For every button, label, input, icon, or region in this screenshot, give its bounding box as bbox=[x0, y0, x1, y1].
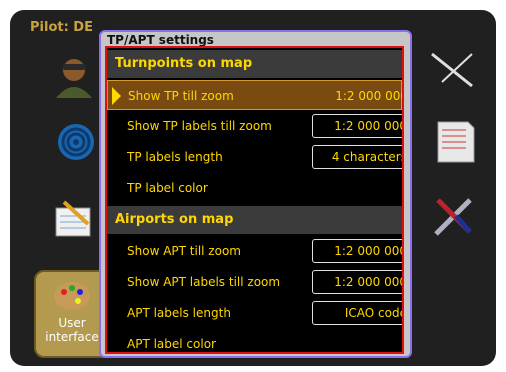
pilot-avatar-icon[interactable] bbox=[50, 52, 98, 100]
palette-icon bbox=[54, 282, 90, 310]
setting-row-show-apt-zoom[interactable]: Show APT till zoom 1:2 000 000 bbox=[107, 236, 402, 266]
setting-label: Show TP labels till zoom bbox=[127, 119, 272, 133]
selection-arrow-icon bbox=[112, 87, 121, 105]
setting-label: TP labels length bbox=[127, 150, 223, 164]
section-header-airports: Airports on map bbox=[107, 206, 402, 234]
tp-apt-settings-dialog: TP/APT settings Turnpoints on map Show T… bbox=[99, 30, 412, 358]
spiral-icon[interactable] bbox=[52, 118, 100, 166]
tools-icon[interactable] bbox=[430, 192, 478, 240]
section-header-turnpoints: Turnpoints on map bbox=[107, 50, 402, 78]
settings-list: Turnpoints on map Show TP till zoom 1:2 … bbox=[105, 46, 404, 354]
pilot-label: Pilot: DE bbox=[30, 20, 93, 35]
setting-value[interactable]: 1:2 000 000 bbox=[313, 84, 402, 108]
glider-icon[interactable] bbox=[428, 46, 476, 94]
setting-row-show-apt-labels-zoom[interactable]: Show APT labels till zoom 1:2 000 000 bbox=[107, 267, 402, 297]
setting-value[interactable]: 4 characters bbox=[312, 145, 402, 169]
setting-label: APT labels length bbox=[127, 306, 231, 320]
setting-value[interactable]: 1:2 000 000 bbox=[312, 270, 402, 294]
notepad-icon[interactable] bbox=[50, 194, 98, 242]
setting-row-show-tp-zoom[interactable]: Show TP till zoom 1:2 000 000 bbox=[107, 80, 402, 110]
setting-value[interactable]: 1:2 000 000 bbox=[312, 114, 402, 138]
setting-label: APT label color bbox=[127, 337, 216, 351]
user-interface-label: User interface bbox=[45, 316, 99, 344]
setting-value[interactable]: ICAO code bbox=[312, 301, 402, 325]
setting-row-apt-labels-length[interactable]: APT labels length ICAO code bbox=[107, 298, 402, 328]
setting-row-apt-label-color[interactable]: APT label color bbox=[107, 329, 402, 352]
setting-value[interactable]: 1:2 000 000 bbox=[312, 239, 402, 263]
setting-row-tp-labels-length[interactable]: TP labels length 4 characters bbox=[107, 142, 402, 172]
setting-row-tp-label-color[interactable]: TP label color bbox=[107, 173, 402, 203]
setting-label: Show APT till zoom bbox=[127, 244, 241, 258]
setting-label: Show APT labels till zoom bbox=[127, 275, 281, 289]
setting-row-show-tp-labels-zoom[interactable]: Show TP labels till zoom 1:2 000 000 bbox=[107, 111, 402, 141]
document-list-icon[interactable] bbox=[430, 118, 478, 166]
setting-label: TP label color bbox=[127, 181, 208, 195]
setting-label: Show TP till zoom bbox=[128, 89, 234, 103]
